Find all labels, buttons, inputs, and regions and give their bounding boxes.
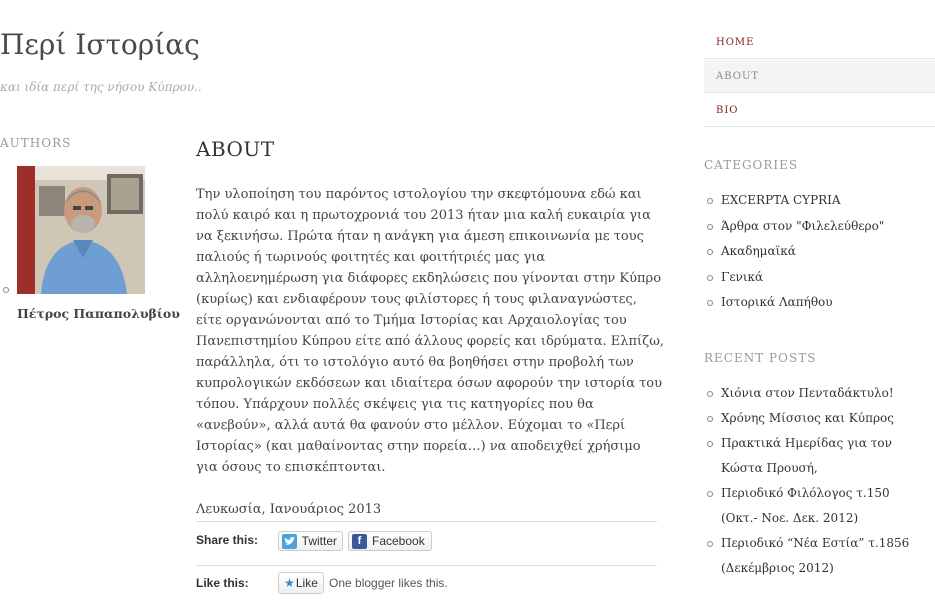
recent-post-link[interactable]: Περιοδικό Φιλόλογος τ.150 (Οκτ.- Νοε. Δε… xyxy=(704,481,924,531)
nav-about[interactable]: ABOUT xyxy=(704,60,935,93)
twitter-icon xyxy=(282,533,297,549)
nav-home[interactable]: HOME xyxy=(704,26,935,59)
like-count: One blogger likes this. xyxy=(329,576,448,590)
entry-signature: Λευκωσία, Ιανουάριος 2013 xyxy=(196,502,382,517)
category-link[interactable]: Γενικά xyxy=(704,265,935,291)
share-facebook-button[interactable]: f Facebook xyxy=(348,531,432,551)
divider xyxy=(196,521,657,522)
recent-post-link[interactable]: Χιόνια στον Πενταδάκτυλο! xyxy=(704,381,924,406)
like-button-label: Like xyxy=(295,576,318,590)
site-title[interactable]: Περί Ιστορίας xyxy=(0,28,200,61)
categories-list: EXCERPTA CYPRIA Άρθρα στον "Φιλελεύθερο"… xyxy=(704,188,935,316)
recent-post-link[interactable]: Πρακτικά Ημερίδας για τον Κώστα Προυσή, xyxy=(704,431,924,481)
category-link[interactable]: Ακαδημαϊκά xyxy=(704,239,935,265)
category-link[interactable]: EXCERPTA CYPRIA xyxy=(704,188,935,214)
entry-paragraph: Την υλοποίηση του παρόντος ιστολογίου τη… xyxy=(196,187,664,475)
like-button[interactable]: ★ Like xyxy=(278,572,324,594)
page-title: ABOUT xyxy=(196,137,275,161)
author-name[interactable]: Πέτρος Παπαπολυβίου xyxy=(17,306,180,321)
author-avatar[interactable] xyxy=(17,166,145,294)
author-photo-image xyxy=(17,166,145,294)
facebook-label: Facebook xyxy=(372,534,425,548)
site-description: και ιδία περί της νήσου Κύπρου.. xyxy=(0,80,202,94)
recent-post-link[interactable]: Χρόνης Μίσσιος και Κύπρος xyxy=(704,406,924,431)
recent-post-link[interactable]: Περιοδικό “Νέα Εστία” τ.1856 (Δεκέμβριος… xyxy=(704,531,924,581)
share-label: Share this: xyxy=(196,533,259,547)
category-link[interactable]: Ιστορικά Λαπήθου xyxy=(704,290,935,316)
entry-content: Την υλοποίηση του παρόντος ιστολογίου τη… xyxy=(196,184,664,520)
share-twitter-button[interactable]: Twitter xyxy=(278,531,343,551)
divider xyxy=(196,565,657,566)
twitter-label: Twitter xyxy=(301,534,337,548)
authors-heading: AUTHORS xyxy=(0,136,72,150)
recent-posts-heading: RECENT POSTS xyxy=(704,351,817,365)
facebook-icon: f xyxy=(352,533,367,549)
category-link[interactable]: Άρθρα στον "Φιλελεύθερο" xyxy=(704,214,935,240)
like-label: Like this: xyxy=(196,576,249,590)
recent-posts-list: Χιόνια στον Πενταδάκτυλο! Χρόνης Μίσσιος… xyxy=(704,381,924,581)
categories-heading: CATEGORIES xyxy=(704,158,799,172)
star-icon: ★ xyxy=(284,576,295,590)
nav-bio[interactable]: BIO xyxy=(704,94,935,127)
list-bullet xyxy=(3,287,9,293)
